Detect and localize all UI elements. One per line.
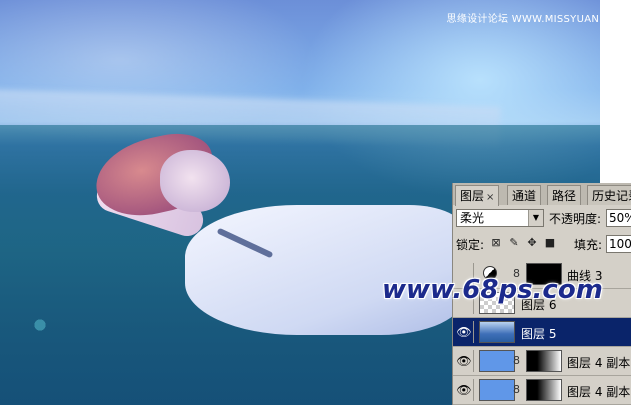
blend-mode-select[interactable]: 柔光 ▼ (456, 209, 544, 227)
tab-paths[interactable]: 路径 (547, 185, 582, 205)
lock-label: 锁定: (456, 238, 485, 252)
blend-row: 柔光 ▼ 不透明度: 50% (456, 209, 631, 229)
fill-label: 填充: (574, 238, 603, 252)
brand-watermark: www.68ps.com (382, 275, 603, 305)
layer-name: 图层 5 (521, 327, 557, 341)
tab-channels-label: 通道 (512, 189, 537, 203)
eye-icon[interactable]: 👁 (455, 350, 474, 372)
layer-name: 图层 4 副本 (567, 385, 631, 399)
layer-thumbnail[interactable] (479, 350, 515, 372)
layer-mask-thumbnail[interactable] (526, 379, 562, 401)
tab-layers-label: 图层 (460, 189, 485, 203)
eye-icon[interactable]: 👁 (455, 379, 474, 401)
tab-paths-label: 路径 (552, 189, 577, 203)
link-icon: 8 (513, 383, 520, 396)
layer-thumbnail[interactable] (479, 379, 515, 401)
transparency-lock-icon[interactable]: ⊠ (490, 237, 502, 249)
tab-history[interactable]: 历史记录 (587, 185, 631, 205)
brush-lock-icon[interactable]: ✎ (508, 237, 520, 249)
layer-row[interactable]: 👁 8 图层 4 副本 2 (453, 347, 631, 376)
opacity-label: 不透明度: (549, 212, 602, 226)
link-icon: 8 (513, 354, 520, 367)
blend-mode-value: 柔光 (460, 211, 485, 225)
layer-row-selected[interactable]: 👁 图层 5 (453, 318, 631, 347)
move-lock-icon[interactable]: ✥ (526, 237, 538, 249)
layer-row[interactable]: 👁 8 图层 4 副本 (453, 376, 631, 405)
chevron-down-icon[interactable]: ▼ (528, 210, 543, 226)
opacity-input[interactable]: 50% (606, 209, 631, 227)
fill-input[interactable]: 100% (606, 235, 631, 253)
padlock-icon[interactable]: ■ (544, 237, 556, 249)
layer-thumbnail[interactable] (479, 321, 515, 343)
layer-name: 图层 4 副本 2 (567, 356, 631, 370)
tab-layers[interactable]: 图层 × (455, 185, 500, 206)
eye-icon[interactable]: 👁 (455, 321, 474, 343)
girl-shirt (185, 205, 465, 335)
girl-face (160, 150, 230, 212)
tab-channels[interactable]: 通道 (507, 185, 542, 205)
close-icon[interactable]: × (486, 192, 494, 203)
layer-mask-thumbnail[interactable] (526, 350, 562, 372)
panel-tabs: 图层× 通道 路径 历史记录 (453, 183, 631, 206)
tab-history-label: 历史记录 (592, 189, 631, 203)
site-watermark: 思缘设计论坛 WWW.MISSYUAN.COM (446, 14, 627, 25)
lock-row: 锁定: ⊠ ✎ ✥ ■ 填充: 100% (456, 235, 631, 255)
